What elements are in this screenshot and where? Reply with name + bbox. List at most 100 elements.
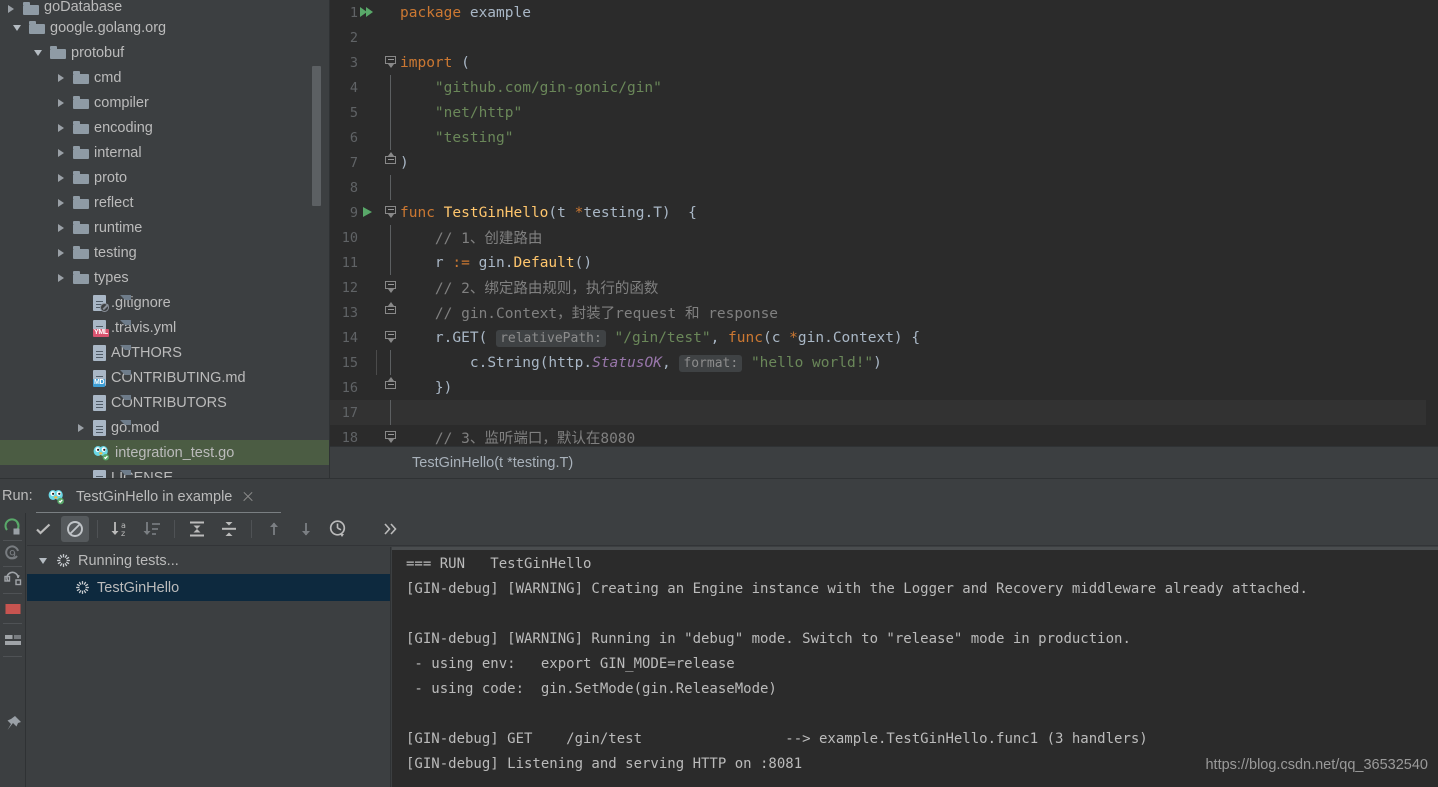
code-token: "hello world!": [750, 354, 874, 371]
hide-ignored-button[interactable]: [61, 516, 89, 542]
line-number: 16: [341, 379, 358, 396]
tree-item-internal[interactable]: internal: [0, 140, 330, 165]
rerun-button[interactable]: [3, 517, 23, 537]
tree-item-proto[interactable]: proto: [0, 165, 330, 190]
run-all-tests-icon[interactable]: [360, 7, 374, 19]
chevron-right-icon[interactable]: [55, 121, 68, 134]
close-icon[interactable]: [242, 491, 254, 503]
code-line[interactable]: 2: [330, 25, 1438, 50]
code-line[interactable]: 3 import (: [330, 50, 1438, 75]
toggle-auto-test-button[interactable]: [3, 569, 23, 589]
chevron-right-icon[interactable]: [75, 421, 88, 434]
tree-item-encoding[interactable]: encoding: [0, 115, 330, 140]
previous-failed-button[interactable]: [260, 516, 288, 542]
chevron-right-icon[interactable]: [55, 196, 68, 209]
code-line[interactable]: 18 // 3、监听端口，默认在8080: [330, 425, 1438, 447]
expand-all-button[interactable]: [183, 516, 211, 542]
chevron-right-icon[interactable]: [55, 271, 68, 284]
code-line[interactable]: 13 // gin.Context，封装了request 和 response: [330, 300, 1438, 325]
code-line[interactable]: 8: [330, 175, 1438, 200]
gutter-marks: [358, 275, 396, 300]
tree-item-compiler[interactable]: compiler: [0, 90, 330, 115]
code-line[interactable]: 6 "testing": [330, 125, 1438, 150]
code-line[interactable]: 7): [330, 150, 1438, 175]
code-editor[interactable]: 1 package example 2 3 import (4 "github.com/…: [330, 0, 1438, 446]
fold-marker-icon[interactable]: [385, 206, 396, 218]
tree-item-reflect[interactable]: reflect: [0, 190, 330, 215]
console-output[interactable]: === RUN TestGinHello [GIN-debug] [WARNING…: [392, 547, 1438, 787]
gutter-marks: [358, 225, 396, 250]
fold-marker-icon[interactable]: [385, 377, 396, 393]
test-results-tree[interactable]: Running tests... TestGinHello: [27, 547, 391, 787]
code-line[interactable]: 16 }): [330, 375, 1438, 400]
tree-item--gitignore[interactable]: .gitignore: [0, 290, 330, 315]
code-line[interactable]: 15 c.String(http.StatusOK, format: "hell…: [330, 350, 1438, 375]
fold-marker-icon[interactable]: [385, 302, 396, 318]
code-text: "net/http": [396, 105, 522, 121]
chevron-down-icon[interactable]: [32, 46, 45, 59]
tree-item-cmd[interactable]: cmd: [0, 65, 330, 90]
pin-tab-button[interactable]: [3, 714, 23, 734]
code-line[interactable]: 5 "net/http": [330, 100, 1438, 125]
breadcrumb[interactable]: TestGinHello(t *testing.T): [330, 446, 1438, 478]
run-test-icon[interactable]: [363, 207, 372, 217]
test-history-button[interactable]: [324, 516, 352, 542]
editor-scroll-rail[interactable]: [1426, 0, 1438, 446]
code-line[interactable]: 14 r.GET( relativePath: "/gin/test", fun…: [330, 325, 1438, 350]
run-tab[interactable]: TestGinHello in example: [40, 482, 262, 512]
code-line[interactable]: 9 func TestGinHello(t *testing.T) {: [330, 200, 1438, 225]
chevron-right-icon[interactable]: [55, 146, 68, 159]
stop-button[interactable]: [3, 599, 23, 619]
collapse-all-button[interactable]: [215, 516, 243, 542]
code-line[interactable]: 12 // 2、绑定路由规则，执行的函数: [330, 275, 1438, 300]
tree-item-godatabase[interactable]: goDatabase: [0, 0, 330, 15]
code-line[interactable]: 4 "github.com/gin-gonic/gin": [330, 75, 1438, 100]
chevron-right-icon[interactable]: [55, 171, 68, 184]
fold-marker-icon[interactable]: [385, 281, 396, 293]
tree-item-contributing-md[interactable]: MD CONTRIBUTING.md: [0, 365, 330, 390]
code-token: ): [400, 154, 409, 171]
fold-marker-icon[interactable]: [385, 152, 396, 168]
tree-item-integration-test-go[interactable]: integration_test.go: [0, 440, 330, 465]
chevron-right-icon[interactable]: [55, 96, 68, 109]
overflow-button[interactable]: [376, 516, 404, 542]
code-line[interactable]: 17: [330, 400, 1438, 425]
tree-item--travis-yml[interactable]: YML .travis.yml: [0, 315, 330, 340]
test-tree-item[interactable]: TestGinHello: [27, 574, 390, 601]
tree-item-runtime[interactable]: runtime: [0, 215, 330, 240]
tree-item-testing[interactable]: testing: [0, 240, 330, 265]
code-token: ): [873, 354, 882, 371]
next-failed-button[interactable]: [292, 516, 320, 542]
chevron-right-icon[interactable]: [55, 246, 68, 259]
fold-marker-icon[interactable]: [385, 331, 396, 343]
code-line[interactable]: 1 package example: [330, 0, 1438, 25]
chevron-right-icon[interactable]: [55, 221, 68, 234]
chevron-right-icon[interactable]: [5, 2, 18, 15]
layout-button[interactable]: [3, 630, 23, 650]
rerun-failed-button[interactable]: 9: [3, 543, 23, 563]
chevron-right-icon[interactable]: [55, 71, 68, 84]
code-line[interactable]: 10 // 1、创建路由: [330, 225, 1438, 250]
yml-badge: YML: [93, 328, 109, 337]
sort-by-duration-button[interactable]: [138, 516, 166, 542]
fold-marker-icon[interactable]: [385, 431, 396, 443]
tree-item-go-mod[interactable]: go.mod: [0, 415, 330, 440]
tree-item-protobuf[interactable]: protobuf: [0, 40, 330, 65]
chevron-down-icon[interactable]: [37, 554, 50, 567]
tree-item-label: types: [94, 269, 129, 286]
test-tree-item[interactable]: Running tests...: [27, 547, 390, 574]
show-passed-button[interactable]: [29, 516, 57, 542]
tree-item-google-golang-org[interactable]: google.golang.org: [0, 15, 330, 40]
line-number: 18: [341, 429, 358, 446]
code-line[interactable]: 11 r := gin.Default(): [330, 250, 1438, 275]
fold-marker-icon[interactable]: [385, 56, 396, 68]
project-tree-panel[interactable]: goDatabase google.golang.org protobuf cmd co…: [0, 0, 330, 480]
sort-alphabetically-button[interactable]: a z: [106, 516, 134, 542]
tree-item-types[interactable]: types: [0, 265, 330, 290]
tree-item-contributors[interactable]: CONTRIBUTORS: [0, 390, 330, 415]
chevron-down-icon[interactable]: [11, 21, 24, 34]
tree-item-authors[interactable]: AUTHORS: [0, 340, 330, 365]
watermark: https://blog.csdn.net/qq_36532540: [1205, 757, 1428, 773]
project-tree-scrollbar[interactable]: [312, 66, 321, 206]
